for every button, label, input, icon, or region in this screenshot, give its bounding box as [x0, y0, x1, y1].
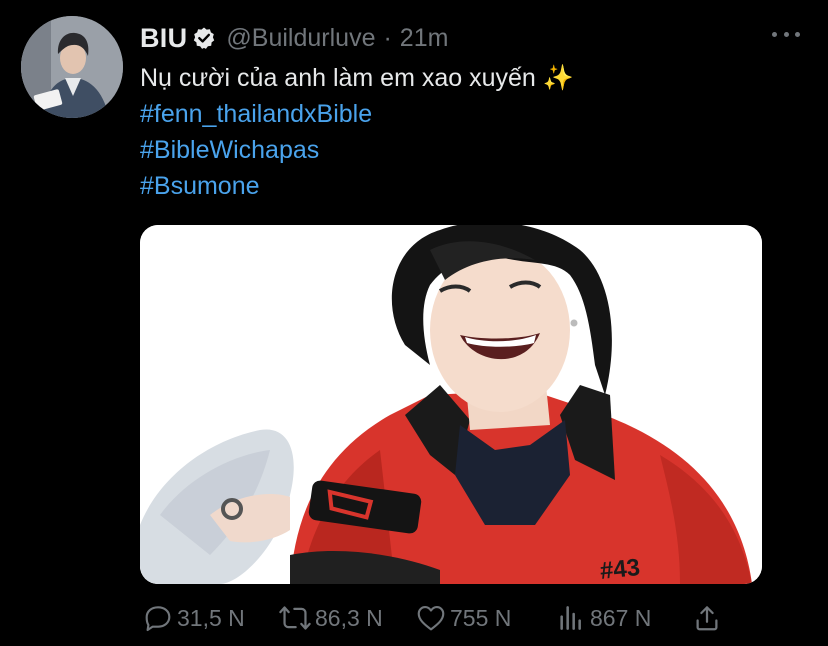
more-dots-icon[interactable] — [772, 28, 800, 40]
views-count: 867 N — [590, 604, 652, 631]
like-count: 755 N — [450, 604, 512, 631]
avatar-photo — [21, 16, 123, 118]
jacket-text: #43 — [599, 554, 642, 584]
reply-button[interactable]: 31,5 N — [142, 602, 245, 634]
separator-dot: · — [383, 23, 392, 52]
tweet-text: Nụ cười của anh làm em xao xuyến ✨ #fenn… — [140, 60, 780, 204]
hashtag-link[interactable]: #fenn_thailandxBible — [140, 96, 780, 132]
views-chart-icon — [560, 606, 581, 630]
reply-count: 31,5 N — [177, 604, 245, 631]
heart-icon — [417, 606, 445, 631]
hashtag-link[interactable]: #BibleWichapas — [140, 132, 780, 168]
tweet-header: BIU @Buildurluve · 21m — [140, 20, 448, 56]
user-handle[interactable]: @Buildurluve — [226, 24, 375, 53]
retweet-button[interactable]: 86,3 N — [278, 602, 383, 634]
hashtag-link[interactable]: #Bsumone — [140, 168, 780, 204]
display-name[interactable]: BIU — [140, 23, 187, 54]
avatar[interactable] — [21, 16, 123, 118]
share-icon — [696, 606, 718, 631]
views-button[interactable]: 867 N — [555, 602, 651, 634]
verified-badge-icon — [192, 26, 216, 50]
retweet-count: 86,3 N — [315, 604, 383, 631]
reply-icon — [145, 606, 171, 632]
share-button[interactable] — [692, 603, 722, 633]
tweet-timestamp[interactable]: 21m — [400, 24, 449, 53]
retweet-icon — [279, 606, 311, 630]
tweet-caption: Nụ cười của anh làm em xao xuyến ✨ — [140, 64, 574, 92]
like-button[interactable]: 755 N — [415, 602, 511, 634]
tweet-photo[interactable]: #43 — [140, 225, 762, 584]
tweet-actions: 31,5 N 86,3 N 755 N 867 N — [140, 600, 740, 636]
photo-illustration: #43 — [140, 225, 762, 584]
